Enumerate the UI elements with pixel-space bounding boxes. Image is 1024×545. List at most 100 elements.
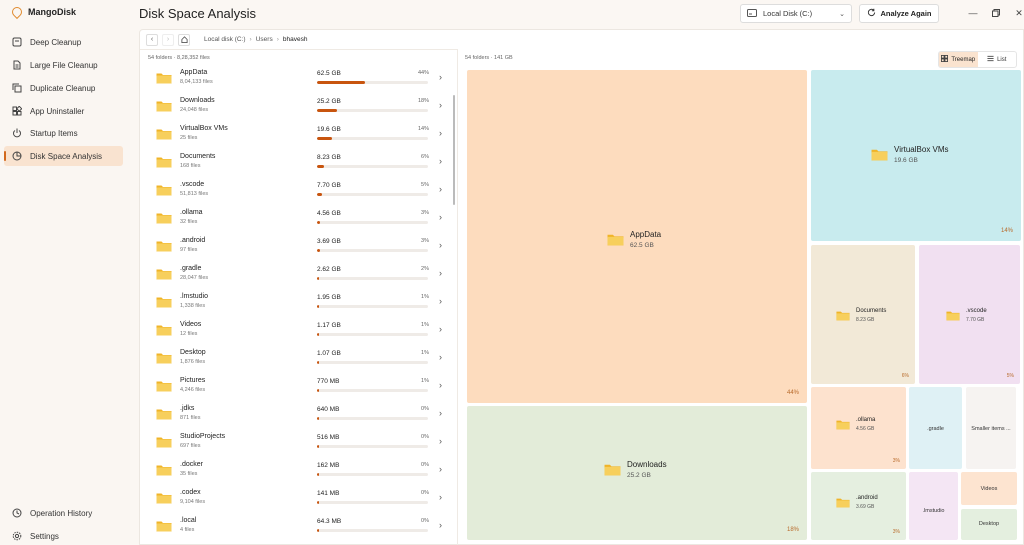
treemap-tile-virtualbox[interactable]: VirtualBox VMs 19.6 GB 14%: [811, 70, 1021, 241]
list-item[interactable]: .vscode 51,813 files 7.70 GB 5% ›: [140, 176, 456, 204]
list-item[interactable]: Videos 12 files 1.17 GB 1% ›: [140, 316, 456, 344]
list-item[interactable]: .docker 35 files 162 MB 0% ›: [140, 456, 456, 484]
chevron-right-icon[interactable]: ›: [439, 268, 442, 278]
back-button[interactable]: ‹: [146, 33, 158, 46]
drive-select-value: Local Disk (C:): [763, 9, 813, 18]
treemap-tile-label: Desktop: [978, 521, 1000, 527]
list-item[interactable]: Documents 168 files 8.23 GB 6% ›: [140, 148, 456, 176]
chevron-right-icon[interactable]: ›: [439, 324, 442, 334]
list-item[interactable]: Downloads 24,048 files 25.2 GB 18% ›: [140, 92, 456, 120]
sidebar-item-disk-space-analysis[interactable]: Disk Space Analysis: [4, 146, 123, 166]
chevron-right-icon[interactable]: ›: [439, 492, 442, 502]
list-view-button[interactable]: List: [978, 52, 1017, 67]
treemap-tile-downloads[interactable]: Downloads 25.2 GB 18%: [467, 406, 807, 540]
treemap-view-button[interactable]: Treemap: [939, 52, 978, 67]
usage-bar-fill: [317, 417, 320, 420]
folder-size: 1.95 GB: [317, 294, 341, 301]
treemap-tile-ollama[interactable]: .ollama 4.56 GB 3%: [811, 387, 906, 469]
list-item[interactable]: .ollama 32 files 4.56 GB 3% ›: [140, 204, 456, 232]
chevron-right-icon[interactable]: ›: [439, 156, 442, 166]
list-item[interactable]: .android 97 files 3.69 GB 3% ›: [140, 232, 456, 260]
chevron-right-icon[interactable]: ›: [439, 296, 442, 306]
sidebar-item-deep-cleanup[interactable]: Deep Cleanup: [4, 32, 123, 52]
treemap-tile-percent: 6%: [901, 373, 909, 379]
app-brand: MangoDisk: [9, 4, 76, 20]
sidebar-item-app-uninstaller[interactable]: App Uninstaller: [4, 101, 123, 121]
usage-bar: [317, 529, 428, 532]
copy-icon: [12, 83, 22, 93]
list-item[interactable]: .gradle 28,047 files 2.62 GB 2% ›: [140, 260, 456, 288]
folder-percent: 0%: [421, 434, 429, 440]
treemap-summary: 54 folders · 141 GB: [465, 55, 513, 61]
sidebar-item-label: Deep Cleanup: [30, 37, 82, 47]
usage-bar-fill: [317, 193, 323, 196]
breadcrumb-item[interactable]: Local disk (C:): [204, 36, 246, 43]
folder-icon: [156, 72, 172, 84]
folder-name: .lmstudio: [180, 293, 209, 300]
list-item[interactable]: AppData 8,04,133 files 62.5 GB 44% ›: [140, 64, 456, 92]
sidebar: MangoDisk Deep Cleanup Large File Cleanu…: [0, 0, 130, 545]
sidebar-item-settings[interactable]: Settings: [4, 526, 123, 545]
close-icon[interactable]: ✕: [1012, 7, 1024, 19]
sidebar-item-startup-items[interactable]: Startup Items: [4, 123, 123, 143]
chevron-right-icon[interactable]: ›: [439, 128, 442, 138]
chevron-right-icon[interactable]: ›: [439, 352, 442, 362]
sidebar-item-label: Large File Cleanup: [30, 60, 98, 70]
sidebar-item-label: Operation History: [30, 508, 93, 518]
sidebar-item-large-file-cleanup[interactable]: Large File Cleanup: [4, 55, 123, 75]
folder-file-count: 12 files: [180, 331, 198, 337]
chevron-right-icon[interactable]: ›: [439, 100, 442, 110]
folder-icon: [156, 100, 172, 112]
chevron-right-icon[interactable]: ›: [439, 380, 442, 390]
treemap-tile-smaller[interactable]: Smaller items ...: [966, 387, 1016, 469]
minimize-icon[interactable]: —: [966, 7, 980, 19]
treemap-tile-gradle[interactable]: .gradle: [909, 387, 962, 469]
list-icon: [987, 55, 994, 64]
breadcrumb-item[interactable]: Users: [256, 36, 273, 43]
chevron-right-icon[interactable]: ›: [439, 212, 442, 222]
list-item[interactable]: VirtualBox VMs 25 files 19.6 GB 14% ›: [140, 120, 456, 148]
list-item[interactable]: Desktop 1,876 files 1.07 GB 1% ›: [140, 344, 456, 372]
list-item[interactable]: .codex 9,104 files 141 MB 0% ›: [140, 484, 456, 512]
treemap-tile-lmstudio[interactable]: .lmstudio: [909, 472, 958, 540]
treemap-tile-videos[interactable]: Videos: [961, 472, 1017, 505]
treemap-tile-label: .lmstudio: [922, 508, 945, 514]
list-item[interactable]: .lmstudio 1,338 files 1.95 GB 1% ›: [140, 288, 456, 316]
treemap-tile-documents[interactable]: Documents 8.23 GB 6%: [811, 245, 915, 384]
list-item[interactable]: Pictures 4,246 files 770 MB 1% ›: [140, 372, 456, 400]
forward-button[interactable]: ›: [162, 33, 174, 46]
file-icon: [12, 60, 22, 70]
usage-bar-fill: [317, 445, 320, 448]
folder-percent: 0%: [421, 462, 429, 468]
chevron-right-icon[interactable]: ›: [439, 436, 442, 446]
treemap-tile-size: 4.56 GB: [856, 426, 875, 432]
folder-icon: [836, 497, 850, 508]
treemap-tile-size: 3.69 GB: [856, 504, 875, 510]
chevron-right-icon[interactable]: ›: [439, 520, 442, 530]
pie-chart-icon: [12, 151, 22, 161]
treemap-tile-android[interactable]: .android 3.69 GB 3%: [811, 472, 906, 540]
folder-file-count: 168 files: [180, 163, 201, 169]
folder-icon: [156, 268, 172, 280]
chevron-right-icon[interactable]: ›: [439, 408, 442, 418]
folder-icon: [946, 310, 960, 321]
treemap-tile-label: Smaller items ...: [971, 426, 1011, 432]
chevron-right-icon[interactable]: ›: [439, 240, 442, 250]
treemap-tile-vscode[interactable]: .vscode 7.70 GB 5%: [919, 245, 1020, 384]
list-item[interactable]: StudioProjects 697 files 516 MB 0% ›: [140, 428, 456, 456]
sidebar-item-operation-history[interactable]: Operation History: [4, 503, 123, 523]
analyze-again-button[interactable]: Analyze Again: [859, 4, 939, 23]
list-item[interactable]: .local 4 files 64.3 MB 0% ›: [140, 512, 456, 540]
usage-bar: [317, 81, 428, 84]
chevron-right-icon[interactable]: ›: [439, 72, 442, 82]
list-item[interactable]: .jdks 871 files 640 MB 0% ›: [140, 400, 456, 428]
treemap-tile-desktop[interactable]: Desktop: [961, 509, 1017, 540]
drive-select[interactable]: Local Disk (C:) ⌄: [740, 4, 852, 23]
sidebar-item-duplicate-cleanup[interactable]: Duplicate Cleanup: [4, 78, 123, 98]
usage-bar: [317, 417, 428, 420]
maximize-icon[interactable]: [989, 7, 1003, 19]
chevron-right-icon[interactable]: ›: [439, 464, 442, 474]
chevron-right-icon[interactable]: ›: [439, 184, 442, 194]
home-icon[interactable]: [178, 33, 190, 46]
treemap-tile-appdata[interactable]: AppData 62.5 GB 44%: [467, 70, 807, 403]
